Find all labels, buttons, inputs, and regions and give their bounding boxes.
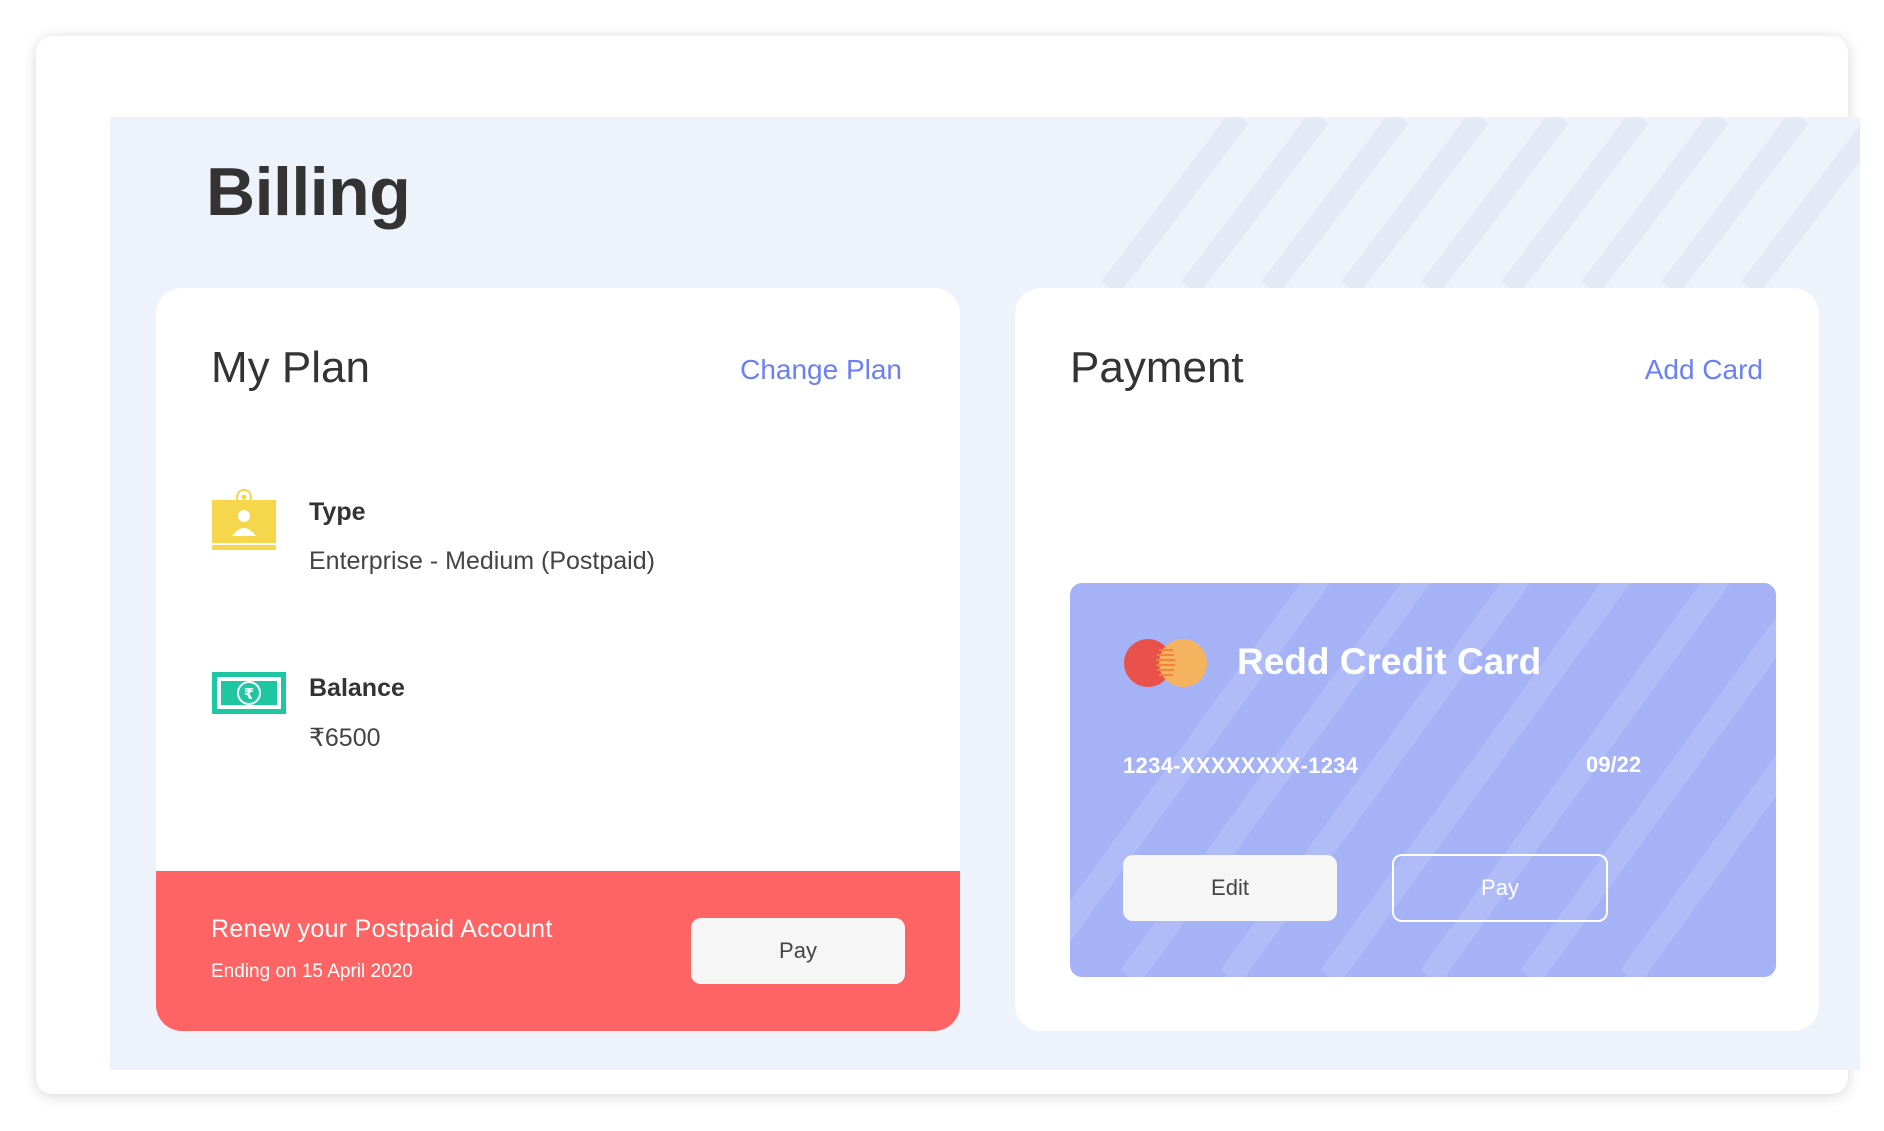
page-title: Billing	[206, 154, 411, 230]
change-plan-link[interactable]: Change Plan	[740, 354, 902, 386]
renew-banner: Renew your Postpaid Account Ending on 15…	[156, 871, 960, 1031]
card-number: 1234-XXXXXXXX-1234	[1123, 753, 1359, 778]
id-badge-icon	[212, 489, 276, 550]
balance-value: ₹6500	[309, 724, 381, 752]
credit-card: Redd Credit Card 1234-XXXXXXXX-1234 09/2…	[1070, 583, 1776, 977]
my-plan-card: My Plan Change Plan Type Enterprise - Me…	[156, 288, 960, 1031]
svg-text:₹: ₹	[244, 685, 254, 703]
app-frame: Billing My Plan Change Plan Type Enterpr…	[36, 36, 1860, 1094]
card-name: Redd Credit Card	[1237, 641, 1542, 682]
edit-card-button[interactable]: Edit	[1123, 855, 1337, 921]
my-plan-title: My Plan	[211, 343, 370, 392]
payment-card: Payment Add Card Redd Credit Card 1234-X…	[1015, 288, 1819, 1031]
renew-title: Renew your Postpaid Account	[211, 915, 553, 943]
billing-panel: Billing My Plan Change Plan Type Enterpr…	[110, 117, 1860, 1070]
renew-pay-button[interactable]: Pay	[691, 918, 905, 984]
balance-label: Balance	[309, 674, 405, 702]
plan-type-value: Enterprise - Medium (Postpaid)	[309, 547, 655, 575]
add-card-link[interactable]: Add Card	[1645, 354, 1763, 386]
card-pay-button[interactable]: Pay	[1392, 854, 1608, 922]
renew-subtitle: Ending on 15 April 2020	[211, 961, 413, 982]
payment-title: Payment	[1070, 343, 1244, 392]
rupee-banknote-icon: ₹	[212, 672, 286, 714]
mastercard-logo-icon	[1124, 639, 1207, 687]
card-expiry: 09/22	[1586, 752, 1642, 777]
plan-type-label: Type	[309, 498, 366, 526]
